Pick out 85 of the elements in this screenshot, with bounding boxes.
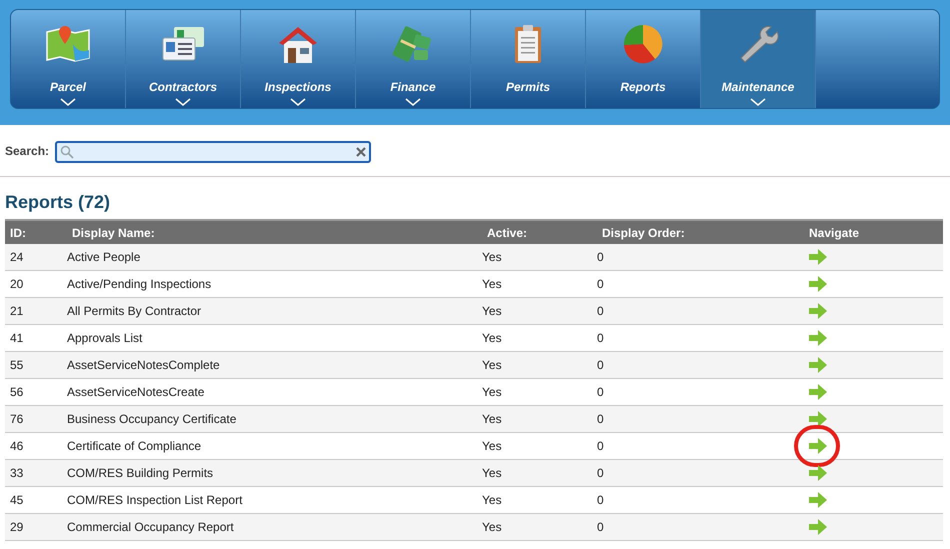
table-cell: 0 [597,520,604,534]
chevron-down-icon [290,98,306,106]
nav-tab[interactable]: Parcel [11,10,126,108]
table-cell: 41 [10,331,24,345]
arrow-right-icon[interactable] [809,519,827,535]
page-heading: Reports (72) [4,191,112,214]
nav-tab[interactable]: Maintenance [701,10,816,108]
table-cell: All Permits By Contractor [67,304,202,318]
table-cell: Commercial Occupancy Report [67,520,234,534]
search-field[interactable] [55,141,372,163]
table-cell: AssetServiceNotesComplete [67,358,220,372]
table-cell: Approvals List [67,331,142,345]
clear-icon[interactable] [356,147,366,157]
table-cell: 0 [597,277,604,291]
arrow-right-icon[interactable] [809,303,827,319]
column-header: Display Order: [602,226,685,240]
table-cell: Yes [482,250,502,264]
nav-label: Parcel [50,79,86,96]
search-icon [60,145,74,159]
table-cell: Yes [482,331,502,345]
table-cell: Active People [67,250,140,264]
table-cell: COM/RES Inspection List Report [67,493,242,507]
nav-tab[interactable]: Permits [471,10,586,108]
table-cell: 24 [10,250,24,264]
table-cell: Yes [482,358,502,372]
nav-label: Inspections [264,79,332,96]
table-cell: AssetServiceNotesCreate [67,385,204,399]
table-cell: Yes [482,412,502,426]
column-header: Navigate [809,226,860,240]
arrow-right-icon[interactable] [809,357,827,373]
table-cell: Yes [482,277,502,291]
table-cell: 0 [597,385,604,399]
table-cell: 56 [10,385,24,399]
table-cell: COM/RES Building Permits [67,466,214,480]
column-header: Display Name: [72,226,155,240]
arrow-right-icon[interactable] [809,492,827,508]
table-cell: 21 [10,304,24,318]
table-cell: 33 [10,466,24,480]
table-cell: 0 [597,412,604,426]
table-cell: 46 [10,439,24,453]
table-cell: 76 [10,412,24,426]
search-label: Search: [5,142,50,160]
table-cell: 45 [10,493,24,507]
table-cell: 0 [597,466,604,480]
arrow-right-icon[interactable] [809,330,827,346]
arrow-right-icon[interactable] [809,384,827,400]
nav-label: Permits [506,79,550,96]
table-cell: 55 [10,358,24,372]
nav-tab[interactable]: Finance [356,10,471,108]
arrow-right-icon[interactable] [809,276,827,292]
nav-label: Reports [620,79,666,96]
table-cell: Yes [482,385,502,399]
column-header: ID: [10,226,26,240]
table-cell: Yes [482,439,502,453]
chevron-down-icon [750,98,766,106]
nav-tab[interactable]: Inspections [241,10,356,108]
table-cell: 0 [597,358,604,372]
nav-label: Contractors [148,79,217,96]
table-cell: 0 [597,439,604,453]
column-header: Active: [487,226,528,240]
chevron-down-icon [405,98,421,106]
table-cell: 0 [597,493,604,507]
table-cell: Certificate of Compliance [67,439,202,453]
map-icon [45,24,91,64]
arrow-right-icon[interactable] [809,411,827,427]
table-cell: Yes [482,493,502,507]
table-cell: Yes [482,466,502,480]
arrow-right-icon[interactable] [809,249,827,265]
nav-tab[interactable]: Reports [586,10,701,108]
nav-label: Finance [390,79,436,96]
nav-tab[interactable]: Contractors [126,10,241,108]
nav-label: Maintenance [722,79,794,96]
table-cell: 0 [597,331,604,345]
table-cell: Yes [482,520,502,534]
arrow-right-icon[interactable] [809,465,827,481]
table-cell: 20 [10,277,24,291]
table-cell: 0 [597,304,604,318]
table-cell: Yes [482,304,502,318]
chevron-down-icon [60,98,76,106]
table-cell: 0 [597,250,604,264]
arrow-right-icon[interactable] [809,438,827,454]
table-cell: 29 [10,520,24,534]
table-cell: Business Occupancy Certificate [67,412,236,426]
chevron-down-icon [175,98,191,106]
table-cell: Active/Pending Inspections [67,277,212,291]
